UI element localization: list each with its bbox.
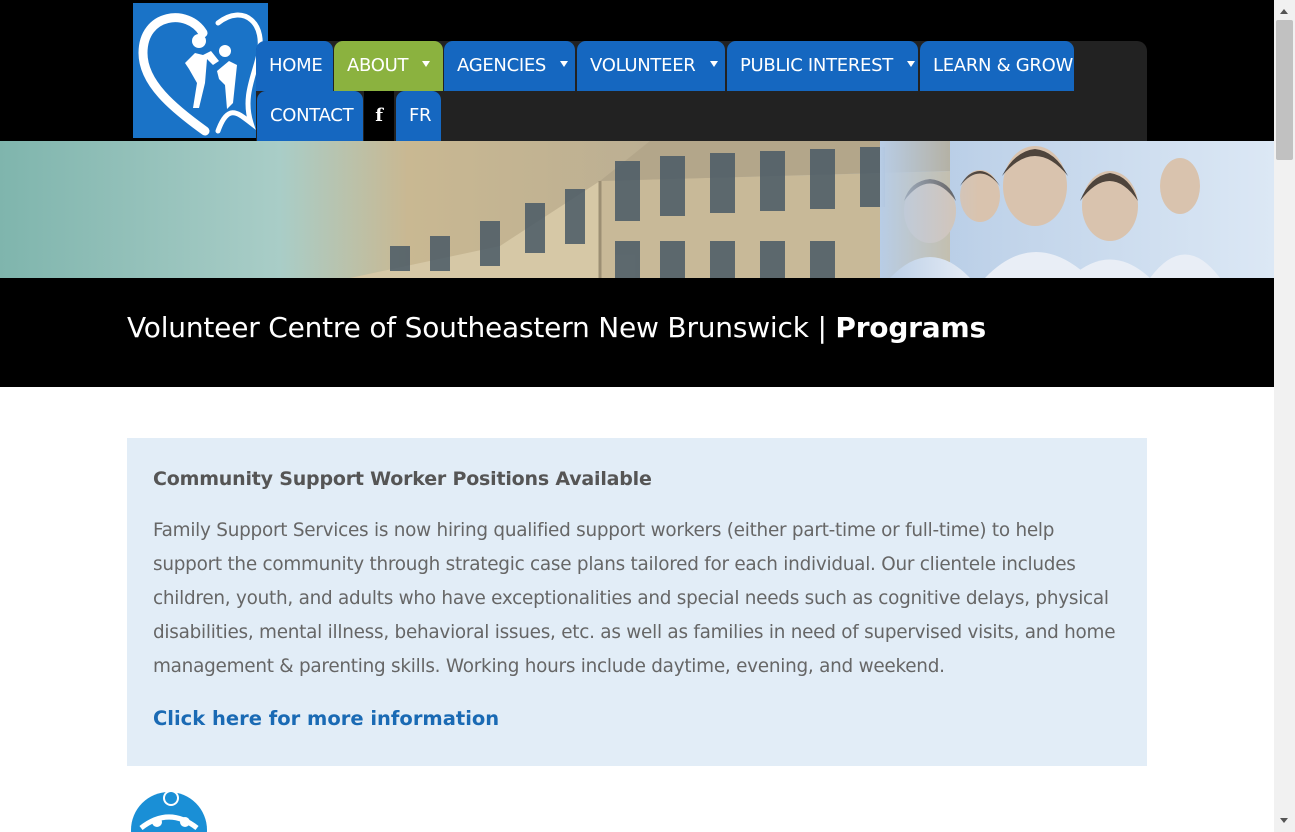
nav-item-label: CONTACT bbox=[270, 105, 354, 126]
facebook-label: f bbox=[375, 105, 383, 126]
nav-item-home[interactable]: HOME bbox=[256, 41, 333, 91]
site-header: HOME ABOUT AGENCIES VOLUNTEER PUBLIC INT… bbox=[0, 0, 1274, 141]
building-image bbox=[350, 141, 950, 278]
nav-item-language-fr[interactable]: FR bbox=[396, 91, 441, 141]
caret-down-icon bbox=[560, 61, 569, 67]
nav-item-label: LEARN & GROW bbox=[933, 55, 1073, 76]
family-support-logo-icon bbox=[131, 790, 207, 832]
nav-item-label: ABOUT bbox=[347, 55, 409, 76]
family-support-logo bbox=[127, 788, 211, 832]
site-logo[interactable] bbox=[133, 3, 268, 138]
nav-item-label: FR bbox=[409, 105, 432, 126]
page-name: Programs bbox=[835, 311, 986, 344]
nav-item-learn-grow[interactable]: LEARN & GROW bbox=[920, 41, 1074, 91]
main-navigation: HOME ABOUT AGENCIES VOLUNTEER PUBLIC INT… bbox=[256, 41, 1147, 141]
scroll-up-arrow-icon[interactable] bbox=[1280, 9, 1288, 14]
nav-item-agencies[interactable]: AGENCIES bbox=[444, 41, 575, 91]
caret-down-icon bbox=[906, 61, 915, 67]
notice-body: Family Support Services is now hiring qu… bbox=[153, 520, 1116, 677]
nav-item-contact[interactable]: CONTACT bbox=[257, 91, 363, 141]
nav-item-label: VOLUNTEER bbox=[590, 55, 696, 76]
more-info-link[interactable]: Click here for more information bbox=[153, 704, 1121, 734]
page-viewport: HOME ABOUT AGENCIES VOLUNTEER PUBLIC INT… bbox=[0, 0, 1274, 832]
nav-item-about[interactable]: ABOUT bbox=[334, 41, 443, 91]
nav-item-label: PUBLIC INTEREST bbox=[740, 55, 893, 76]
facebook-icon[interactable]: f bbox=[364, 91, 394, 141]
site-name: Volunteer Centre of Southeastern New Bru… bbox=[127, 311, 809, 344]
nav-item-volunteer[interactable]: VOLUNTEER bbox=[577, 41, 725, 91]
caret-down-icon bbox=[422, 61, 431, 67]
page-title-bar: Volunteer Centre of Southeastern New Bru… bbox=[0, 278, 1274, 387]
hero-banner bbox=[0, 141, 1274, 278]
heart-figures-logo-icon bbox=[138, 12, 263, 136]
vertical-scrollbar[interactable] bbox=[1274, 0, 1295, 832]
job-notice-box: Community Support Worker Positions Avail… bbox=[127, 438, 1147, 766]
nav-item-label: AGENCIES bbox=[457, 55, 547, 76]
title-separator: | bbox=[817, 311, 827, 344]
nav-item-public-interest[interactable]: PUBLIC INTEREST bbox=[727, 41, 918, 91]
scroll-down-arrow-icon[interactable] bbox=[1280, 818, 1288, 823]
caret-down-icon bbox=[709, 61, 718, 67]
page-title: Volunteer Centre of Southeastern New Bru… bbox=[127, 308, 986, 348]
scrollbar-thumb[interactable] bbox=[1276, 20, 1293, 160]
nav-item-label: HOME bbox=[269, 55, 323, 76]
notice-heading: Community Support Worker Positions Avail… bbox=[153, 468, 652, 490]
people-image bbox=[880, 141, 1274, 278]
